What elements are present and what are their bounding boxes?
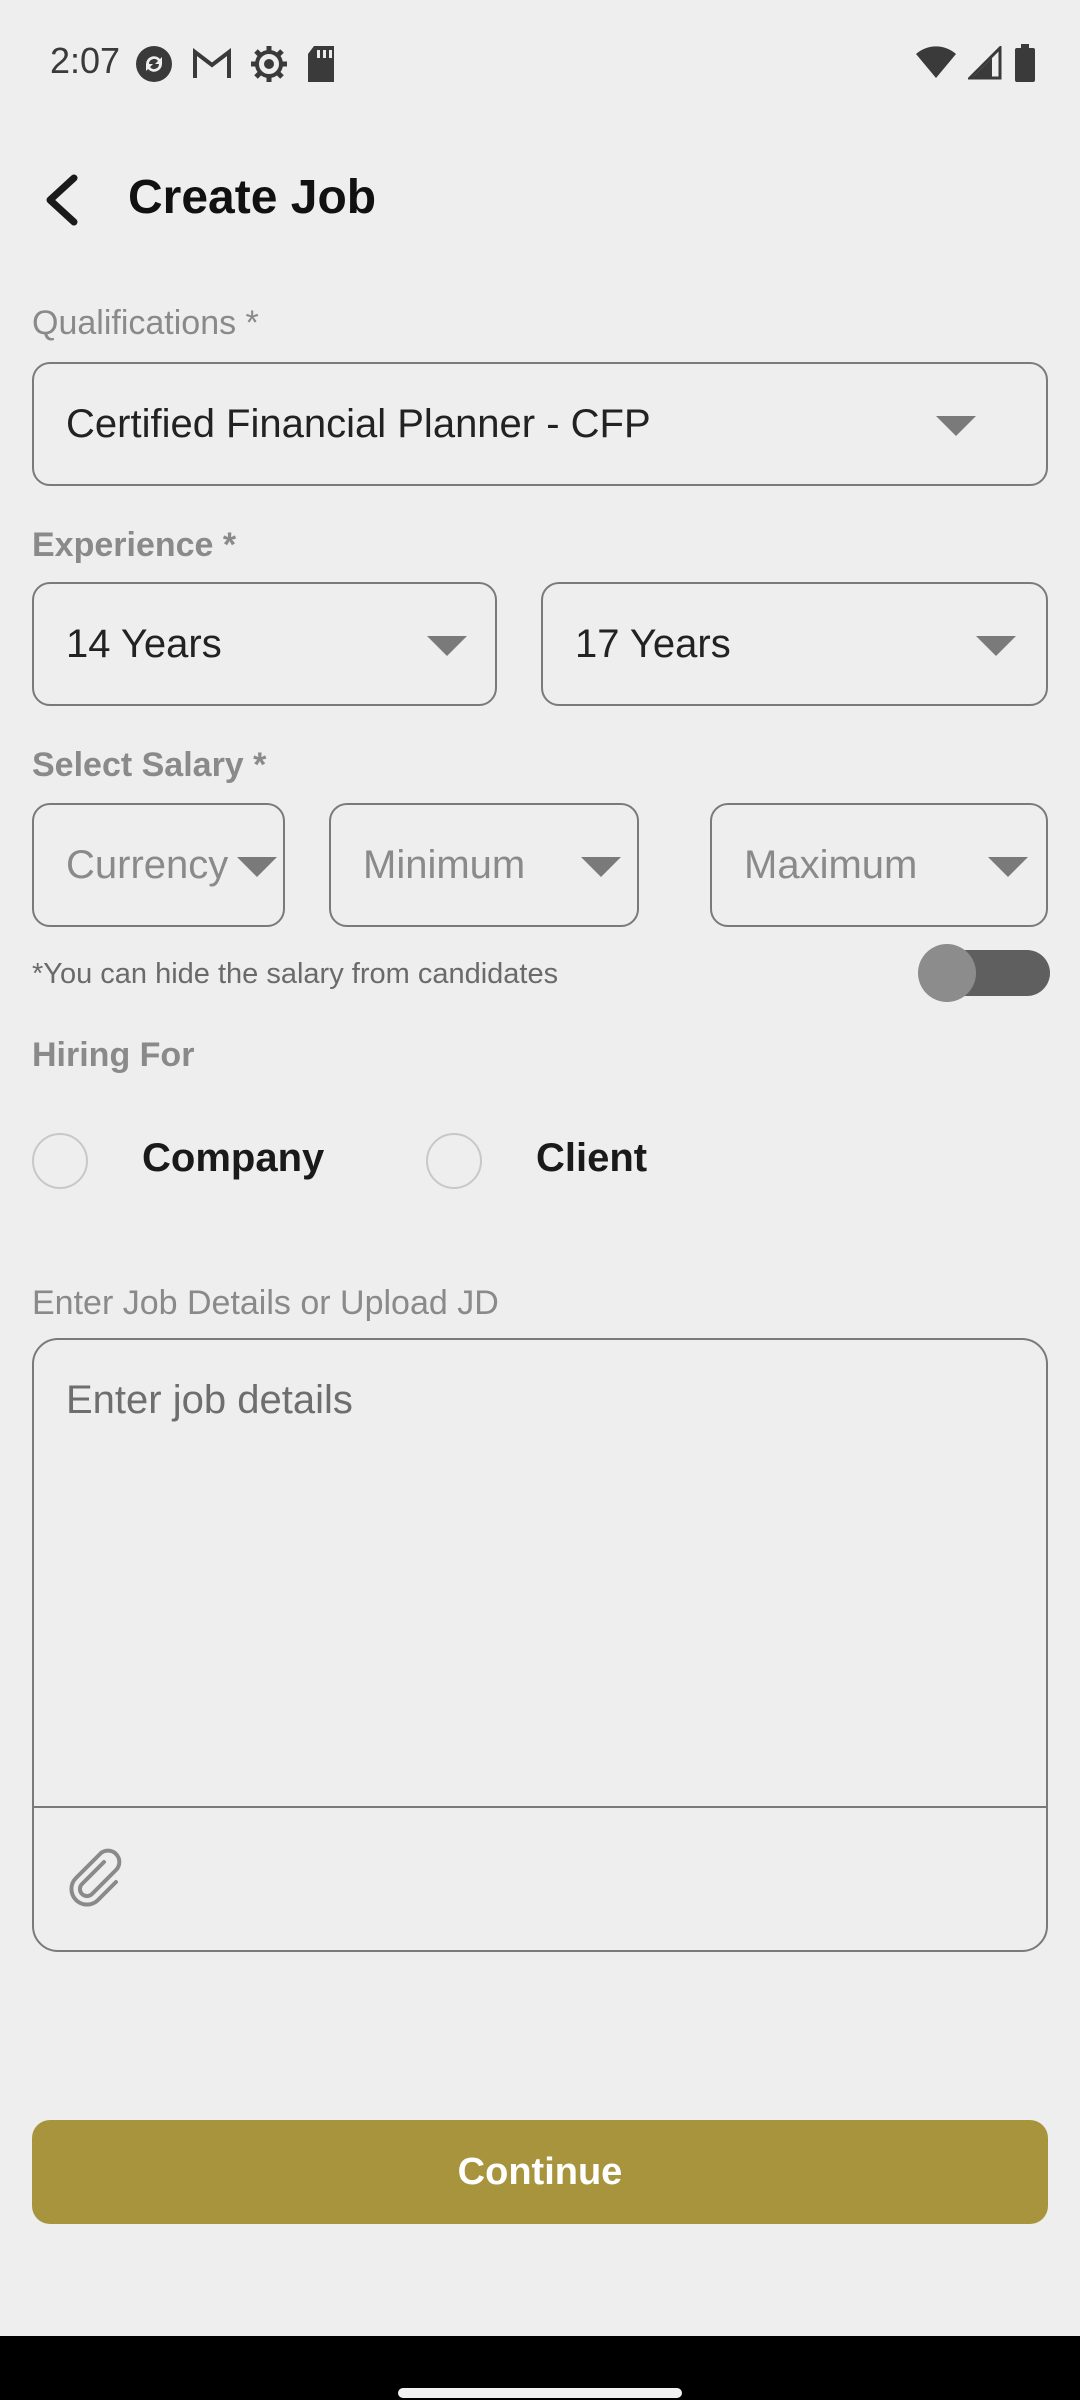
battery-icon	[1015, 44, 1035, 82]
radio-company[interactable]	[32, 1133, 88, 1189]
salary-minimum-dropdown[interactable]: Minimum	[329, 803, 639, 927]
job-details-input[interactable]: Enter job details	[34, 1340, 1046, 1806]
radio-client[interactable]	[426, 1133, 482, 1189]
hide-salary-toggle[interactable]	[918, 944, 1050, 1002]
paperclip-icon[interactable]	[66, 1848, 126, 1908]
chevron-down-icon	[237, 857, 277, 877]
signal-icon	[968, 46, 1002, 80]
salary-label: Select Salary *	[32, 746, 267, 784]
chevron-down-icon	[581, 857, 621, 877]
experience-label: Experience *	[32, 526, 237, 564]
sd-card-icon	[308, 46, 334, 82]
salary-maximum-dropdown[interactable]: Maximum	[710, 803, 1048, 927]
chevron-down-icon	[427, 636, 467, 656]
status-icons-right	[916, 44, 1036, 82]
radio-company-label[interactable]: Company	[142, 1136, 324, 1181]
chevron-down-icon	[936, 416, 976, 436]
divider	[34, 1806, 1046, 1808]
maximum-placeholder: Maximum	[744, 842, 918, 887]
status-time: 2:07	[50, 40, 121, 81]
qualifications-label: Qualifications *	[32, 304, 259, 342]
status-icons-left	[134, 44, 336, 84]
qualifications-value: Certified Financial Planner - CFP	[66, 401, 651, 446]
settings-icon	[251, 46, 287, 82]
sync-icon	[136, 46, 172, 82]
hiring-for-label: Hiring For	[32, 1036, 195, 1074]
chevron-down-icon	[976, 636, 1016, 656]
experience-min-dropdown[interactable]: 14 Years	[32, 582, 497, 706]
back-button[interactable]	[20, 160, 100, 240]
hide-salary-hint: *You can hide the salary from candidates	[32, 958, 559, 990]
job-details-label: Enter Job Details or Upload JD	[32, 1284, 499, 1322]
experience-max-value: 17 Years	[575, 621, 731, 666]
home-gesture-handle[interactable]	[398, 2388, 682, 2398]
currency-dropdown[interactable]: Currency	[32, 803, 285, 927]
wifi-icon	[916, 46, 956, 78]
radio-client-label[interactable]: Client	[536, 1136, 647, 1181]
toggle-thumb	[918, 944, 976, 1002]
experience-min-value: 14 Years	[66, 621, 222, 666]
experience-max-dropdown[interactable]: 17 Years	[541, 582, 1048, 706]
page-title: Create Job	[128, 171, 377, 224]
minimum-placeholder: Minimum	[363, 842, 526, 887]
chevron-left-icon	[46, 174, 78, 226]
continue-button[interactable]: Continue	[32, 2120, 1048, 2224]
create-job-screen: 2:07 Create Job Qualifications * Certifi…	[0, 0, 1080, 2400]
chevron-down-icon	[988, 857, 1028, 877]
status-bar: 2:07	[0, 0, 1080, 128]
gmail-icon	[193, 48, 231, 78]
job-details-box: Enter job details	[32, 1338, 1048, 1952]
qualifications-dropdown[interactable]: Certified Financial Planner - CFP	[32, 362, 1048, 486]
currency-placeholder: Currency	[66, 842, 229, 887]
